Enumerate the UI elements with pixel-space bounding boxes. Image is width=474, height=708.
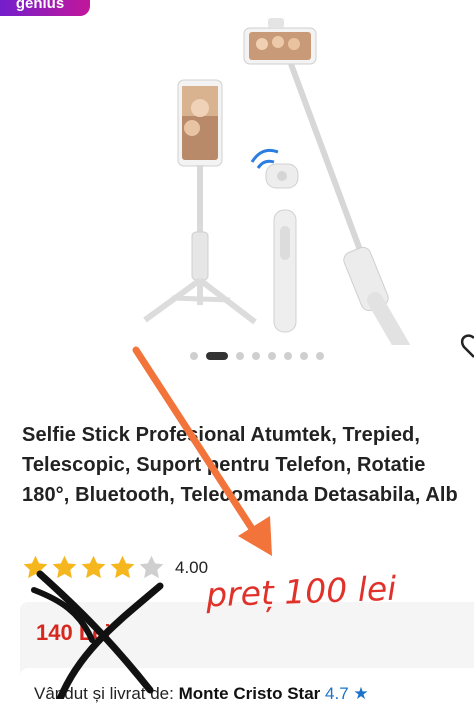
gallery-dot[interactable] bbox=[316, 352, 324, 360]
seller-name-link[interactable]: Monte Cristo Star bbox=[179, 684, 321, 703]
star-filled-icon bbox=[52, 555, 77, 579]
seller-rating: 4.7 bbox=[325, 684, 349, 703]
product-rating[interactable]: 4.00 bbox=[22, 554, 208, 581]
star-empty-icon bbox=[139, 555, 164, 579]
favorite-heart-icon[interactable] bbox=[460, 334, 474, 360]
gallery-pagination bbox=[190, 352, 324, 360]
star-filled-icon bbox=[110, 555, 135, 579]
product-price: 140 Lei bbox=[36, 620, 111, 645]
product-image-remote bbox=[250, 148, 299, 189]
star-filled-icon bbox=[23, 555, 48, 579]
gallery-dot-active[interactable] bbox=[206, 352, 228, 360]
gallery-dot[interactable] bbox=[236, 352, 244, 360]
handwritten-price-note: preț 100 lei bbox=[205, 568, 397, 615]
product-image-tripod bbox=[143, 79, 257, 325]
seller-prefix: Vândut și livrat de: bbox=[34, 684, 174, 703]
gallery-dot[interactable] bbox=[252, 352, 260, 360]
rating-value: 4.00 bbox=[175, 557, 209, 577]
gallery-dot[interactable] bbox=[268, 352, 276, 360]
gallery-dot[interactable] bbox=[190, 352, 198, 360]
seller-info: Vândut și livrat de: Monte Cristo Star 4… bbox=[20, 668, 474, 708]
product-image-handle bbox=[273, 209, 297, 333]
gallery-dot[interactable] bbox=[284, 352, 292, 360]
seller-star-icon: ★ bbox=[353, 684, 369, 703]
gallery-dot[interactable] bbox=[300, 352, 308, 360]
product-title: Selfie Stick Profesional Atumtek, Trepie… bbox=[22, 424, 458, 506]
star-filled-icon bbox=[81, 555, 106, 579]
product-image-gallery[interactable] bbox=[0, 0, 474, 345]
